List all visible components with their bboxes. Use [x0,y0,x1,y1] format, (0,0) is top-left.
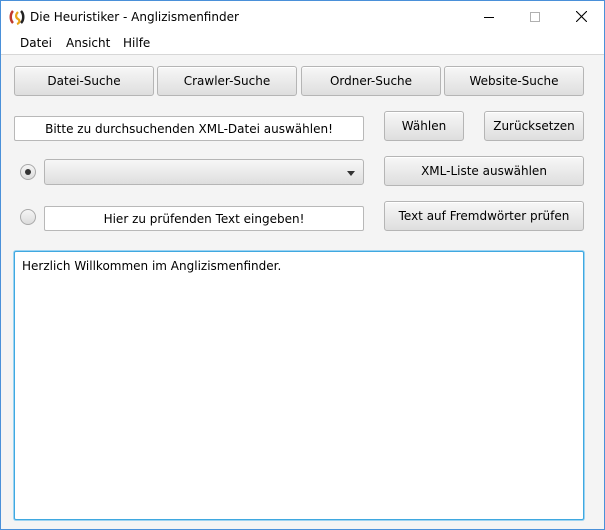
text-input-radio[interactable] [20,209,36,225]
text-input-field[interactable]: Hier zu prüfenden Text eingeben! [44,206,364,231]
window-title: Die Heuristiker - Anglizismenfinder [30,10,239,24]
menu-hilfe[interactable]: Hilfe [123,36,150,50]
menu-ansicht[interactable]: Ansicht [66,36,110,50]
maximize-button[interactable] [512,1,558,32]
tab-website-suche[interactable]: Website-Suche [444,66,584,96]
close-button[interactable] [558,1,604,32]
output-text-area[interactable]: Herzlich Willkommen im Anglizismenfinder… [14,251,584,520]
menu-bar: Datei Ansicht Hilfe [1,32,604,55]
maximize-icon [530,11,540,22]
xml-file-path-field[interactable]: Bitte zu durchsuchenden XML-Datei auswäh… [14,116,364,141]
check-foreign-words-button[interactable]: Text auf Fremdwörter prüfen [384,201,584,231]
main-content: Datei-Suche Crawler-Suche Ordner-Suche W… [1,55,604,529]
tab-datei-suche[interactable]: Datei-Suche [14,66,154,96]
close-icon [575,11,587,22]
app-logo-icon [9,10,25,25]
tab-ordner-suche[interactable]: Ordner-Suche [301,66,441,96]
chevron-down-icon [347,171,355,176]
minimize-button[interactable] [466,1,512,32]
reset-button[interactable]: Zurücksetzen [484,111,584,141]
tab-crawler-suche[interactable]: Crawler-Suche [157,66,297,96]
choose-button[interactable]: Wählen [384,111,464,141]
menu-datei[interactable]: Datei [20,36,52,50]
xml-list-dropdown[interactable] [44,159,364,185]
title-bar[interactable]: Die Heuristiker - Anglizismenfinder [1,1,604,32]
xml-list-radio[interactable] [20,164,36,180]
app-window: Die Heuristiker - Anglizismenfinder Date… [0,0,605,530]
minimize-icon [484,16,494,18]
radio-selected-dot [25,169,31,175]
xml-list-select-button[interactable]: XML-Liste auswählen [384,156,584,186]
